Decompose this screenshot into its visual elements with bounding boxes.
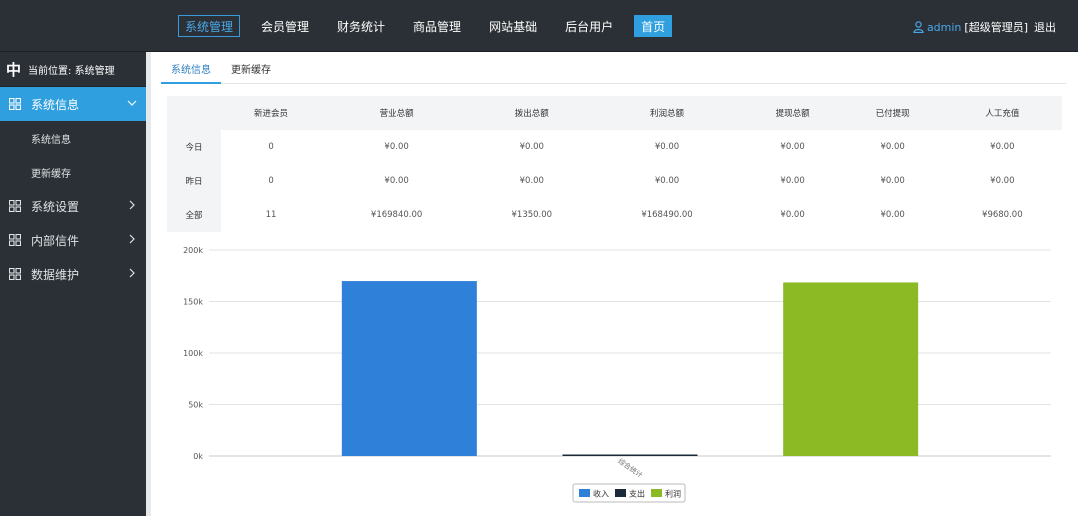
table-cell: ¥168490.00 xyxy=(591,198,743,232)
sidebar-item-label: 内部信件 xyxy=(31,233,80,248)
sidebar: 中 当前位置: 系统管理 系统信息 系统信息 更新缓存 系统设置 内部信件 数据… xyxy=(0,52,146,516)
row-header: 全部 xyxy=(167,198,221,232)
breadcrumb: 中 当前位置: 系统管理 xyxy=(0,52,146,87)
top-bar: 系统管理 会员管理 财务统计 商品管理 网站基础 后台用户 首页 admin [… xyxy=(0,0,1078,52)
tab-bar: 系统信息 更新缓存 xyxy=(161,60,1066,84)
tab-update-cache[interactable]: 更新缓存 xyxy=(221,60,281,84)
grid-icon xyxy=(9,268,21,280)
bar-chart: 0k 50k 100k 150k 200k 综合统计收入 支出 利润 xyxy=(183,246,1051,503)
table-row: 昨日 0 ¥0.00 ¥0.00 ¥0.00 ¥0.00 ¥0.00 ¥0.00 xyxy=(167,164,1062,198)
sidebar-item-label: 系统信息 xyxy=(31,97,80,112)
sidebar-item-internal-mail[interactable]: 内部信件 xyxy=(0,223,146,257)
user-role: [超级管理员] xyxy=(964,21,1028,34)
legend-label: 支出 xyxy=(629,489,645,499)
table-cell: ¥0.00 xyxy=(842,164,943,198)
x-tick-label: 综合统计 xyxy=(616,456,644,479)
table-cell: ¥9680.00 xyxy=(942,198,1062,232)
y-tick-label: 0k xyxy=(193,452,203,461)
user-box: admin [超级管理员] 退出 xyxy=(913,19,1056,35)
table-cell: ¥0.00 xyxy=(321,164,473,198)
table-cell: ¥0.00 xyxy=(321,130,473,164)
main-content: 系统信息 更新缓存 新进会员 营业总额 拨出总额 利润总额 提现总额 已付提现 … xyxy=(146,52,1078,516)
nav-system-management[interactable]: 系统管理 xyxy=(178,15,241,37)
row-header: 今日 xyxy=(167,130,221,164)
user-icon xyxy=(913,21,924,33)
nav-product-management[interactable]: 商品管理 xyxy=(406,15,468,37)
nav-finance-statistics[interactable]: 财务统计 xyxy=(330,15,392,37)
column-header: 已付提现 xyxy=(842,96,943,130)
table-cell: ¥0.00 xyxy=(591,164,743,198)
table-cell: ¥0.00 xyxy=(942,164,1062,198)
table-cell: ¥0.00 xyxy=(472,130,592,164)
table-cell: ¥169840.00 xyxy=(321,198,473,232)
table-row: 今日 0 ¥0.00 ¥0.00 ¥0.00 ¥0.00 ¥0.00 ¥0.00 xyxy=(167,130,1062,164)
y-tick-label: 100k xyxy=(183,349,203,358)
row-header: 昨日 xyxy=(167,164,221,198)
breadcrumb-text: 当前位置: 系统管理 xyxy=(28,65,115,77)
table-cell: 11 xyxy=(221,198,322,232)
legend-swatch xyxy=(615,489,626,497)
column-header: 利润总额 xyxy=(591,96,743,130)
sidebar-subitem-update-cache[interactable]: 更新缓存 xyxy=(0,155,146,189)
nav-site-basics[interactable]: 网站基础 xyxy=(482,15,544,37)
table-row: 全部 11 ¥169840.00 ¥1350.00 ¥168490.00 ¥0.… xyxy=(167,198,1062,232)
tab-system-info[interactable]: 系统信息 xyxy=(161,60,221,84)
sidebar-item-system-info[interactable]: 系统信息 xyxy=(0,87,146,121)
sidebar-subitem-system-info[interactable]: 系统信息 xyxy=(0,121,146,155)
bar-2 xyxy=(562,454,698,456)
table-cell: ¥0.00 xyxy=(842,198,943,232)
legend-label: 收入 xyxy=(593,489,609,499)
nav-member-management[interactable]: 会员管理 xyxy=(254,15,316,37)
table-cell: ¥1350.00 xyxy=(472,198,592,232)
nav-admin-users[interactable]: 后台用户 xyxy=(558,15,620,37)
table-cell: ¥0.00 xyxy=(742,198,843,232)
y-tick-label: 50k xyxy=(188,401,203,410)
sidebar-item-label: 系统设置 xyxy=(31,199,80,214)
logout-link[interactable]: 退出 xyxy=(1034,19,1056,35)
table-header-row: 新进会员 营业总额 拨出总额 利润总额 提现总额 已付提现 人工充值 xyxy=(167,96,1062,130)
legend-swatch xyxy=(651,489,662,497)
table-cell: ¥0.00 xyxy=(472,164,592,198)
column-header: 提现总额 xyxy=(742,96,843,130)
table-cell: ¥0.00 xyxy=(742,130,843,164)
grid-icon xyxy=(9,200,21,212)
table-cell: ¥0.00 xyxy=(742,164,843,198)
y-tick-label: 200k xyxy=(183,246,203,255)
table-cell: ¥0.00 xyxy=(591,130,743,164)
column-header xyxy=(167,96,221,130)
sidebar-item-data-maintenance[interactable]: 数据维护 xyxy=(0,257,146,291)
column-header: 新进会员 xyxy=(221,96,322,130)
table-cell: 0 xyxy=(221,130,322,164)
chevron-right-icon xyxy=(129,268,135,278)
bar-3 xyxy=(783,282,919,456)
column-header: 拨出总额 xyxy=(472,96,592,130)
chevron-right-icon xyxy=(129,200,135,210)
grid-icon xyxy=(9,234,21,246)
bar-1 xyxy=(341,281,477,456)
column-header: 营业总额 xyxy=(321,96,473,130)
legend-swatch xyxy=(579,489,590,497)
y-tick-label: 150k xyxy=(183,298,203,307)
table-cell: ¥0.00 xyxy=(842,130,943,164)
chevron-down-icon xyxy=(127,100,137,106)
nav-home[interactable]: 首页 xyxy=(634,15,673,37)
table-cell: 0 xyxy=(221,164,322,198)
legend-label: 利润 xyxy=(665,489,681,499)
chevron-right-icon xyxy=(129,234,135,244)
location-pin-icon: 中 xyxy=(6,60,22,79)
grid-icon xyxy=(9,98,21,110)
column-header: 人工充值 xyxy=(942,96,1062,130)
stats-table: 新进会员 营业总额 拨出总额 利润总额 提现总额 已付提现 人工充值 今日 0 … xyxy=(167,96,1062,232)
username-link[interactable]: admin xyxy=(927,21,961,34)
sidebar-item-system-settings[interactable]: 系统设置 xyxy=(0,189,146,223)
top-nav: 系统管理 会员管理 财务统计 商品管理 网站基础 后台用户 首页 xyxy=(178,14,686,38)
table-cell: ¥0.00 xyxy=(942,130,1062,164)
sidebar-item-label: 数据维护 xyxy=(31,267,80,282)
